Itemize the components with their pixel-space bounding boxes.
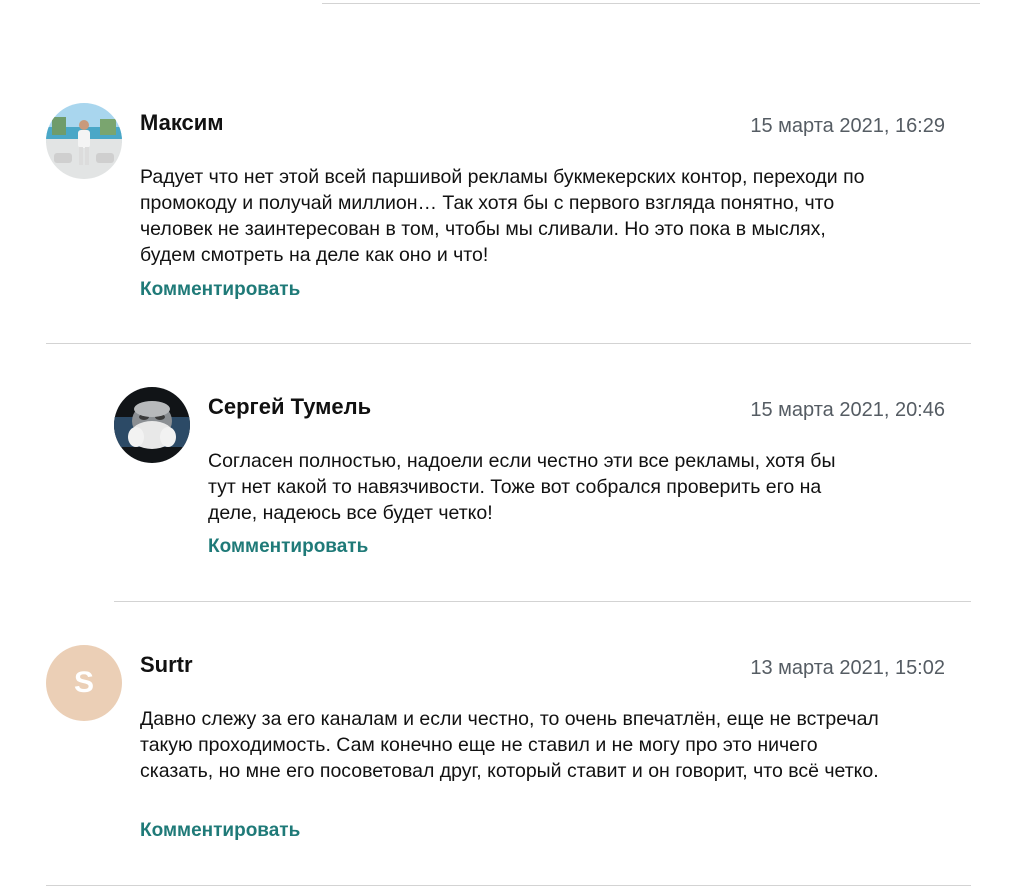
divider <box>114 601 971 602</box>
comment-reply-button[interactable]: Комментировать <box>140 279 300 301</box>
avatar-letter[interactable]: S <box>46 645 122 721</box>
comment-author: Максим <box>140 110 224 135</box>
comment-text: Согласен полностью, надоели если честно … <box>208 450 836 524</box>
comments-page: Максим 15 марта 2021, 16:29 Радует что н… <box>0 0 1016 888</box>
comment-author: Surtr <box>140 652 193 677</box>
comment-date: 15 марта 2021, 20:46 <box>750 399 945 421</box>
comment-text: Радует что нет этой всей паршивой реклам… <box>140 166 865 266</box>
avatar-photo-icon <box>114 387 190 463</box>
avatar[interactable] <box>114 387 190 463</box>
avatar-photo-icon <box>46 103 122 179</box>
comment-reply-button[interactable]: Комментировать <box>140 820 300 842</box>
comment-reply-button[interactable]: Комментировать <box>208 536 368 558</box>
comment-text: Давно слежу за его каналам и если честно… <box>140 708 879 782</box>
comment-date: 13 марта 2021, 15:02 <box>750 657 945 679</box>
avatar[interactable] <box>46 103 122 179</box>
divider <box>46 343 971 344</box>
divider-bottom <box>46 885 971 886</box>
comment-author: Сергей Тумель <box>208 394 372 419</box>
comment-date: 15 марта 2021, 16:29 <box>750 115 945 137</box>
divider-top <box>322 3 980 4</box>
